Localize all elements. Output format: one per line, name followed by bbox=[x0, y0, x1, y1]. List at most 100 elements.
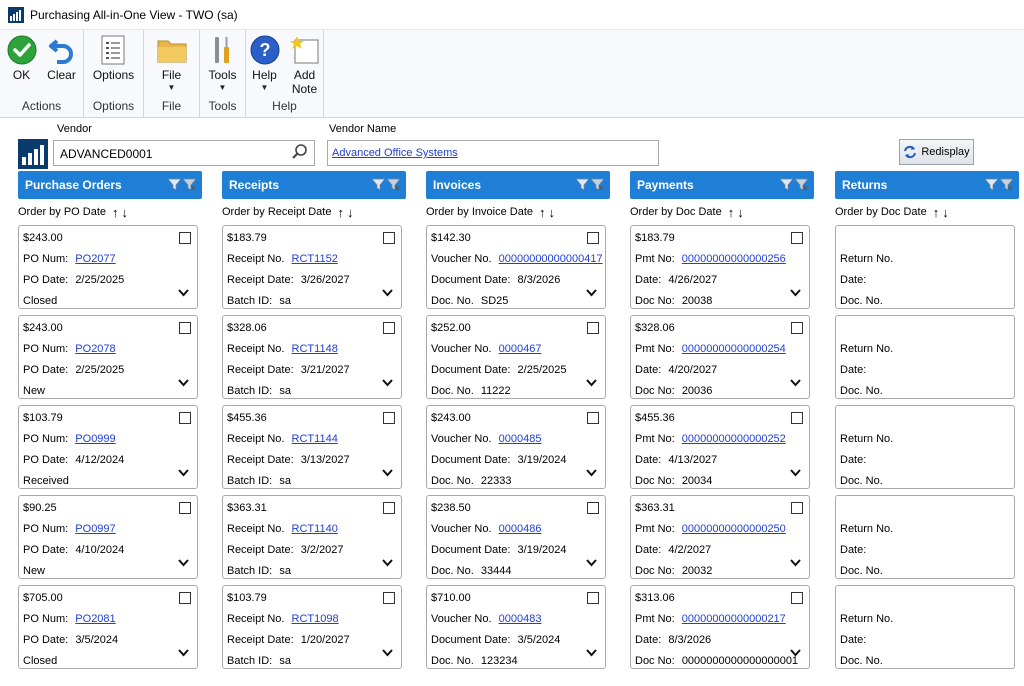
document-card[interactable]: $705.00 PO Num: PO2081 PO Date: 3/5/2024 Cl… bbox=[18, 585, 198, 669]
filter-clear-icon[interactable] bbox=[1000, 178, 1013, 191]
card-select-checkbox[interactable] bbox=[791, 412, 803, 424]
card-document-link[interactable]: RCT1098 bbox=[292, 613, 339, 625]
document-card[interactable]: $183.79 Pmt No: 00000000000000256 Date: 4/… bbox=[630, 225, 810, 309]
card-select-checkbox[interactable] bbox=[587, 592, 599, 604]
document-card[interactable]: $363.31 Pmt No: 00000000000000250 Date: 4/… bbox=[630, 495, 810, 579]
card-document-link[interactable]: RCT1144 bbox=[292, 433, 338, 445]
filter-clear-icon[interactable] bbox=[591, 178, 604, 191]
card-select-checkbox[interactable] bbox=[179, 412, 191, 424]
ok-button[interactable]: OK bbox=[2, 34, 42, 96]
chevron-down-icon[interactable] bbox=[178, 649, 189, 657]
card-document-link[interactable]: 00000000000000217 bbox=[682, 613, 786, 625]
card-select-checkbox[interactable] bbox=[587, 502, 599, 514]
card-document-link[interactable]: PO2081 bbox=[75, 613, 115, 625]
document-card[interactable]: Return No. Date: Doc. No. bbox=[835, 585, 1015, 669]
vendor-id-input[interactable]: ADVANCED0001 bbox=[53, 140, 315, 166]
card-document-link[interactable]: PO2078 bbox=[75, 343, 115, 355]
chevron-down-icon[interactable] bbox=[178, 379, 189, 387]
sort-ascending-icon[interactable]: ↑ bbox=[337, 205, 347, 220]
card-select-checkbox[interactable] bbox=[383, 502, 395, 514]
filter-clear-icon[interactable] bbox=[387, 178, 400, 191]
card-select-checkbox[interactable] bbox=[791, 232, 803, 244]
document-card[interactable]: $142.30 Voucher No. 00000000000000417 Docu… bbox=[426, 225, 606, 309]
sort-ascending-icon[interactable]: ↑ bbox=[112, 205, 122, 220]
card-document-link[interactable]: RCT1152 bbox=[292, 253, 338, 265]
sort-descending-icon[interactable]: ↓ bbox=[122, 205, 132, 220]
sort-descending-icon[interactable]: ↓ bbox=[347, 205, 357, 220]
card-select-checkbox[interactable] bbox=[791, 502, 803, 514]
chevron-down-icon[interactable] bbox=[178, 559, 189, 567]
card-document-link[interactable]: 00000000000000250 bbox=[682, 523, 786, 535]
document-card[interactable]: $243.00 Voucher No. 0000485 Document Date:… bbox=[426, 405, 606, 489]
lookup-magnifier-icon[interactable] bbox=[291, 143, 309, 161]
sort-descending-icon[interactable]: ↓ bbox=[942, 205, 952, 220]
card-document-link[interactable]: RCT1148 bbox=[292, 343, 338, 355]
document-card[interactable]: Return No. Date: Doc. No. bbox=[835, 495, 1015, 579]
document-card[interactable]: $328.06 Receipt No. RCT1148 Receipt Date: … bbox=[222, 315, 402, 399]
filter-icon[interactable] bbox=[780, 178, 793, 191]
sort-descending-icon[interactable]: ↓ bbox=[737, 205, 747, 220]
document-card[interactable]: $363.31 Receipt No. RCT1140 Receipt Date: … bbox=[222, 495, 402, 579]
document-card[interactable]: $243.00 PO Num: PO2077 PO Date: 2/25/2025 C… bbox=[18, 225, 198, 309]
card-select-checkbox[interactable] bbox=[179, 592, 191, 604]
document-card[interactable]: $313.06 Pmt No: 00000000000000217 Date: 8/… bbox=[630, 585, 810, 669]
document-card[interactable]: $328.06 Pmt No: 00000000000000254 Date: 4/… bbox=[630, 315, 810, 399]
chevron-down-icon[interactable] bbox=[790, 289, 801, 297]
card-select-checkbox[interactable] bbox=[587, 412, 599, 424]
chevron-down-icon[interactable] bbox=[790, 649, 801, 657]
chevron-down-icon[interactable] bbox=[382, 289, 393, 297]
card-document-link[interactable]: 0000483 bbox=[499, 613, 542, 625]
tools-button[interactable]: Tools ▼ bbox=[203, 34, 243, 96]
file-button[interactable]: File ▼ bbox=[152, 34, 192, 96]
card-document-link[interactable]: PO0999 bbox=[75, 433, 115, 445]
filter-clear-icon[interactable] bbox=[183, 178, 196, 191]
chevron-down-icon[interactable] bbox=[790, 469, 801, 477]
filter-icon[interactable] bbox=[576, 178, 589, 191]
card-select-checkbox[interactable] bbox=[383, 232, 395, 244]
card-document-link[interactable]: 00000000000000252 bbox=[682, 433, 786, 445]
chevron-down-icon[interactable] bbox=[178, 469, 189, 477]
redisplay-button[interactable]: Redisplay bbox=[899, 139, 974, 165]
card-select-checkbox[interactable] bbox=[791, 592, 803, 604]
sort-ascending-icon[interactable]: ↑ bbox=[539, 205, 549, 220]
filter-clear-icon[interactable] bbox=[795, 178, 808, 191]
document-card[interactable]: $103.79 PO Num: PO0999 PO Date: 4/12/2024 R… bbox=[18, 405, 198, 489]
card-document-link[interactable]: 0000486 bbox=[499, 523, 542, 535]
filter-icon[interactable] bbox=[168, 178, 181, 191]
document-card[interactable]: $455.36 Receipt No. RCT1144 Receipt Date: … bbox=[222, 405, 402, 489]
card-document-link[interactable]: 00000000000000254 bbox=[682, 343, 786, 355]
document-card[interactable]: Return No. Date: Doc. No. bbox=[835, 405, 1015, 489]
help-button[interactable]: ? Help ▼ bbox=[245, 34, 285, 96]
sort-ascending-icon[interactable]: ↑ bbox=[933, 205, 943, 220]
vendor-name-link[interactable]: Advanced Office Systems bbox=[332, 147, 458, 159]
card-document-link[interactable]: 0000485 bbox=[499, 433, 542, 445]
card-document-link[interactable]: PO0997 bbox=[75, 523, 115, 535]
clear-button[interactable]: Clear bbox=[42, 34, 82, 96]
filter-icon[interactable] bbox=[372, 178, 385, 191]
document-card[interactable]: $183.79 Receipt No. RCT1152 Receipt Date: … bbox=[222, 225, 402, 309]
card-select-checkbox[interactable] bbox=[383, 412, 395, 424]
card-select-checkbox[interactable] bbox=[791, 322, 803, 334]
card-select-checkbox[interactable] bbox=[587, 322, 599, 334]
document-card[interactable]: $243.00 PO Num: PO2078 PO Date: 2/25/2025 N… bbox=[18, 315, 198, 399]
card-document-link[interactable]: 0000467 bbox=[499, 343, 542, 355]
sort-descending-icon[interactable]: ↓ bbox=[549, 205, 559, 220]
card-select-checkbox[interactable] bbox=[179, 232, 191, 244]
card-select-checkbox[interactable] bbox=[179, 502, 191, 514]
chevron-down-icon[interactable] bbox=[586, 289, 597, 297]
chevron-down-icon[interactable] bbox=[382, 559, 393, 567]
document-card[interactable]: $90.25 PO Num: PO0997 PO Date: 4/10/2024 Ne… bbox=[18, 495, 198, 579]
chevron-down-icon[interactable] bbox=[178, 289, 189, 297]
chevron-down-icon[interactable] bbox=[586, 649, 597, 657]
chevron-down-icon[interactable] bbox=[790, 559, 801, 567]
card-document-link[interactable]: RCT1140 bbox=[292, 523, 338, 535]
chevron-down-icon[interactable] bbox=[586, 469, 597, 477]
card-document-link[interactable]: 00000000000000256 bbox=[682, 253, 786, 265]
document-card[interactable]: Return No. Date: Doc. No. bbox=[835, 225, 1015, 309]
document-card[interactable]: Return No. Date: Doc. No. bbox=[835, 315, 1015, 399]
document-card[interactable]: $238.50 Voucher No. 0000486 Document Date:… bbox=[426, 495, 606, 579]
chevron-down-icon[interactable] bbox=[586, 379, 597, 387]
document-card[interactable]: $103.79 Receipt No. RCT1098 Receipt Date: … bbox=[222, 585, 402, 669]
card-select-checkbox[interactable] bbox=[383, 322, 395, 334]
card-document-link[interactable]: 00000000000000417 bbox=[499, 253, 603, 265]
